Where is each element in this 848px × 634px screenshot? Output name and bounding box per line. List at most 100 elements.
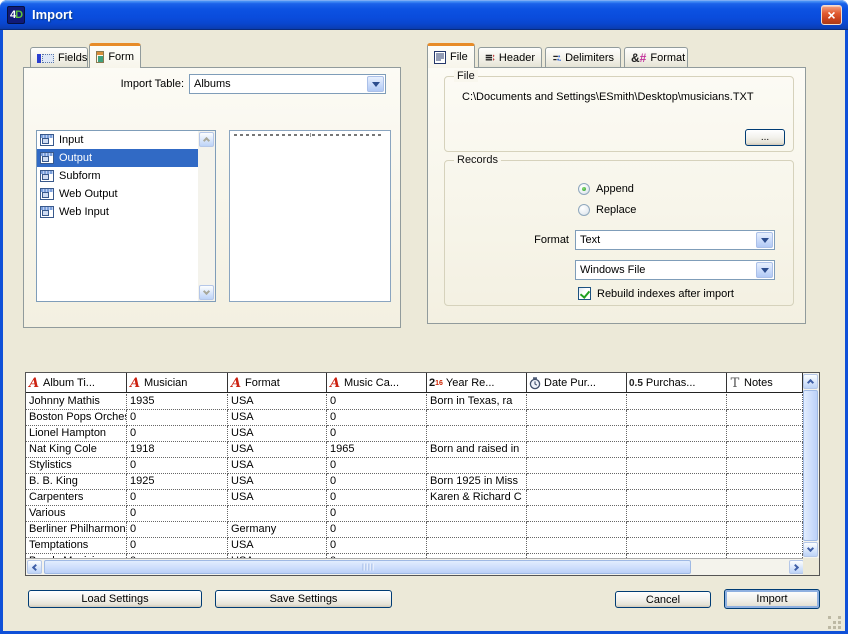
import-table-combobox[interactable]: Albums xyxy=(189,74,386,94)
dialog-content: Fields Form Import Table: Albums InputOu… xyxy=(3,30,845,631)
form-window-icon xyxy=(40,206,54,218)
thumb-grip xyxy=(362,564,373,571)
table-cell: 0 xyxy=(327,410,427,426)
column-header-1[interactable]: AMusician xyxy=(127,373,228,393)
load-settings-button[interactable]: Load Settings xyxy=(28,590,202,608)
file-tab-page: File C:\Documents and Settings\ESmith\De… xyxy=(427,67,806,324)
date-type-icon xyxy=(529,377,541,390)
browse-button[interactable]: ... xyxy=(745,129,785,146)
list-scrollbar[interactable] xyxy=(198,131,215,301)
form-window-icon xyxy=(40,170,54,182)
table-cell: Temptations xyxy=(26,538,127,554)
tab-fields[interactable]: Fields xyxy=(30,47,88,68)
list-item-label: Web Output xyxy=(59,188,118,200)
table-cell xyxy=(427,426,527,442)
table-row: Carpenters0USA0Karen & Richard C xyxy=(26,490,803,506)
vertical-scroll-thumb[interactable] xyxy=(803,390,818,541)
table-cell xyxy=(727,426,803,442)
scroll-left-button[interactable] xyxy=(27,560,42,574)
table-cell: Various xyxy=(26,506,127,522)
list-item-label: Subform xyxy=(59,170,101,182)
file-icon xyxy=(434,51,446,64)
tab-file-label: File xyxy=(450,51,468,63)
tab-form[interactable]: Form xyxy=(89,43,141,68)
tab-header-label: Header xyxy=(499,52,535,64)
list-item-output[interactable]: Output xyxy=(37,149,198,167)
table-cell: 0 xyxy=(127,522,228,538)
table-cell xyxy=(527,458,627,474)
table-cell xyxy=(427,458,527,474)
tab-form-label: Form xyxy=(108,51,134,63)
scroll-down-button[interactable] xyxy=(803,542,818,557)
checkbox-checked-icon xyxy=(578,287,591,300)
table-cell: USA xyxy=(228,538,327,554)
table-cell: B. B. King xyxy=(26,474,127,490)
close-button[interactable]: × xyxy=(821,5,842,25)
column-header-4[interactable]: 216Year Re... xyxy=(427,373,527,393)
table-cell: 0 xyxy=(127,538,228,554)
alpha-type-icon: A xyxy=(129,376,141,391)
list-item-subform[interactable]: Subform xyxy=(37,167,198,185)
integer-type-icon: 216 xyxy=(429,377,443,389)
table-cell xyxy=(627,522,727,538)
table-cell: USA xyxy=(228,410,327,426)
rebuild-indexes-checkbox[interactable]: Rebuild indexes after import xyxy=(578,287,734,300)
tab-file[interactable]: File xyxy=(427,43,475,68)
records-group-label: Records xyxy=(454,154,501,166)
table-cell xyxy=(527,442,627,458)
list-item-input[interactable]: Input xyxy=(37,131,198,149)
combo-dropdown-button[interactable] xyxy=(367,76,384,92)
table-cell: Berliner Philharmonic xyxy=(26,522,127,538)
tab-header[interactable]: Header xyxy=(478,47,542,68)
window-title: Import xyxy=(32,7,72,22)
import-button[interactable]: Import xyxy=(724,589,820,609)
replace-radio[interactable]: Replace xyxy=(578,204,636,216)
chevron-down-icon xyxy=(372,82,380,87)
file-path-text: C:\Documents and Settings\ESmith\Desktop… xyxy=(462,91,787,103)
tab-format[interactable]: &# Format xyxy=(624,47,688,68)
save-settings-button[interactable]: Save Settings xyxy=(215,590,392,608)
list-scroll-up-button[interactable] xyxy=(199,132,214,147)
table-cell xyxy=(727,410,803,426)
table-cell: Born 1925 in Miss xyxy=(427,474,527,490)
table-cell: Germany xyxy=(228,522,327,538)
real-type-icon: 0.5 xyxy=(629,378,643,389)
append-radio[interactable]: Append xyxy=(578,183,634,195)
list-item-web-input[interactable]: Web Input xyxy=(37,203,198,221)
list-item-web-output[interactable]: Web Output xyxy=(37,185,198,203)
app-icon-d: D xyxy=(15,9,22,21)
cancel-button[interactable]: Cancel xyxy=(615,591,711,608)
column-header-7[interactable]: TNotes xyxy=(727,373,803,393)
append-radio-label: Append xyxy=(596,183,634,195)
column-header-5[interactable]: Date Pur... xyxy=(527,373,627,393)
combo-dropdown-button[interactable] xyxy=(756,262,773,278)
scrollbar-corner xyxy=(803,558,819,575)
list-item-label: Output xyxy=(59,152,92,164)
format-combobox[interactable]: Text xyxy=(575,230,775,250)
chevron-up-icon xyxy=(807,379,814,386)
horizontal-scroll-thumb[interactable] xyxy=(44,560,691,574)
table-cell xyxy=(727,538,803,554)
file-type-combobox[interactable]: Windows File xyxy=(575,260,775,280)
scroll-right-button[interactable] xyxy=(789,560,804,574)
format-combobox-value: Text xyxy=(576,234,756,246)
table-cell xyxy=(228,506,327,522)
column-header-3[interactable]: AMusic Ca... xyxy=(327,373,427,393)
list-scroll-down-button[interactable] xyxy=(199,285,214,300)
column-header-0[interactable]: AAlbum Ti... xyxy=(26,373,127,393)
column-header-2[interactable]: AFormat xyxy=(228,373,327,393)
tab-delimiters[interactable]: Delimiters xyxy=(545,47,621,68)
tab-delimiters-label: Delimiters xyxy=(565,52,614,64)
browse-button-label: ... xyxy=(761,132,769,143)
column-header-6[interactable]: 0.5Purchas... xyxy=(627,373,727,393)
table-row: Various00 xyxy=(26,506,803,522)
table-cell xyxy=(427,538,527,554)
scroll-up-button[interactable] xyxy=(803,374,818,389)
forms-listbox[interactable]: Input Output Subform Web Output Web Input xyxy=(36,130,216,302)
combo-dropdown-button[interactable] xyxy=(756,232,773,248)
grid-horizontal-scrollbar[interactable] xyxy=(26,558,805,575)
table-cell: 0 xyxy=(127,506,228,522)
title-bar[interactable]: 4D Import × xyxy=(0,0,848,30)
resize-grip[interactable] xyxy=(828,616,841,629)
grid-vertical-scrollbar[interactable] xyxy=(803,373,819,559)
